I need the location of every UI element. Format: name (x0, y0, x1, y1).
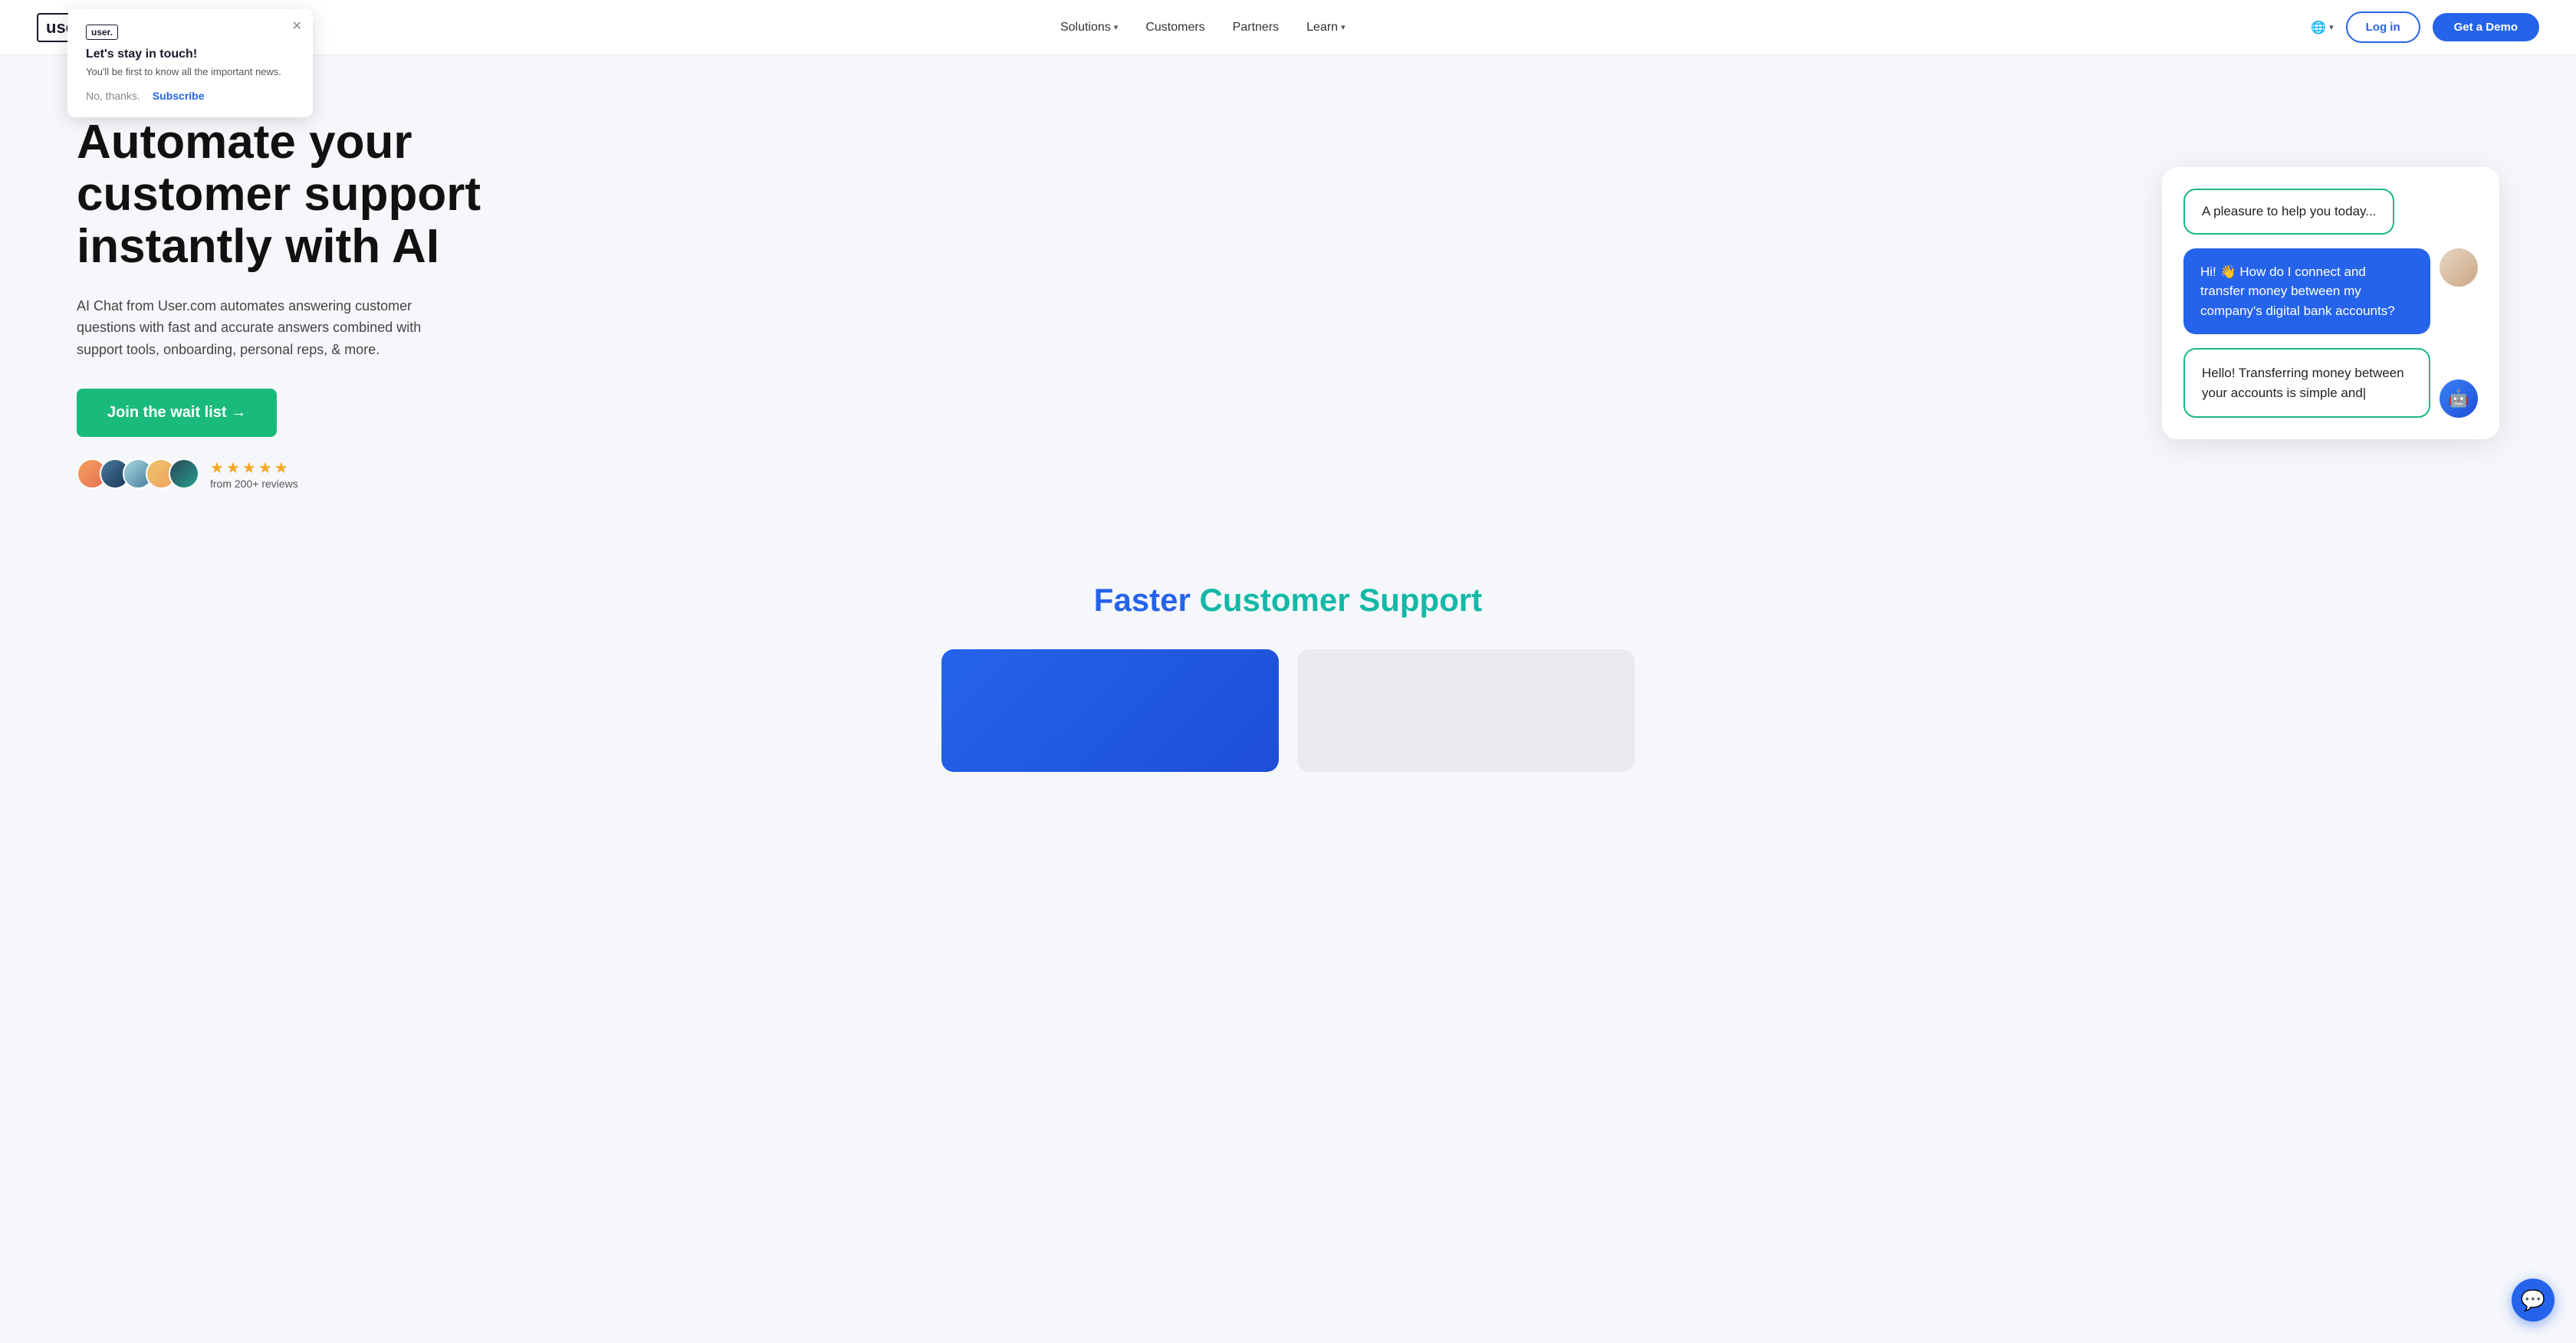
star-icon: ★ (210, 458, 224, 478)
avatar-image (2440, 248, 2478, 287)
faster-title-blue: Faster (1094, 582, 1191, 618)
feature-card-light (1297, 649, 1635, 772)
partners-link[interactable]: Partners (1233, 21, 1279, 34)
popup-title: Let's stay in touch! (86, 48, 294, 61)
reviewer-avatars (77, 458, 199, 489)
star-rating: ★ ★ ★ ★ ★ from 200+ reviews (210, 458, 298, 490)
star-icon: ★ (258, 458, 272, 478)
bot-avatar: 🤖 (2440, 379, 2478, 418)
stay-in-touch-popup: ✕ user. Let's stay in touch! You'll be f… (67, 9, 313, 117)
chat-user-message: Hi! 👋 How do I connect and transfer mone… (2183, 248, 2430, 335)
popup-description: You'll be first to know all the importan… (86, 66, 294, 77)
hero-description: AI Chat from User.com automates answerin… (77, 295, 445, 361)
avatar (169, 458, 199, 489)
no-thanks-button[interactable]: No, thanks. (86, 90, 140, 102)
chat-icon: 💬 (2521, 1289, 2545, 1312)
get-demo-button[interactable]: Get a Demo (2433, 13, 2539, 41)
reviews-row: ★ ★ ★ ★ ★ from 200+ reviews (77, 458, 506, 490)
learn-link[interactable]: Learn ▾ (1306, 21, 1345, 34)
bot-icon: 🤖 (2448, 389, 2469, 409)
chevron-down-icon: ▾ (1341, 22, 1346, 32)
popup-close-button[interactable]: ✕ (292, 18, 302, 34)
solutions-link[interactable]: Solutions ▾ (1060, 21, 1118, 34)
chat-bot-reply: Hello! Transferring money between your a… (2183, 348, 2430, 418)
feature-card-blue (941, 649, 1279, 772)
popup-actions: No, thanks. Subscribe (86, 90, 294, 102)
chat-demo-widget: A pleasure to help you today... Hi! 👋 Ho… (2162, 167, 2499, 440)
nav-links: Solutions ▾ Customers Partners Learn ▾ (1060, 21, 1346, 34)
globe-icon: 🌐 (2311, 20, 2326, 35)
chat-user-message-row: Hi! 👋 How do I connect and transfer mone… (2183, 248, 2478, 335)
feature-cards (77, 649, 2499, 772)
float-chat-button[interactable]: 💬 (2512, 1279, 2555, 1322)
star-icon: ★ (242, 458, 256, 478)
customers-link[interactable]: Customers (1145, 21, 1204, 34)
stars: ★ ★ ★ ★ ★ (210, 458, 298, 478)
language-selector[interactable]: 🌐 ▾ (2311, 20, 2333, 35)
chat-bubble-greeting: A pleasure to help you today... (2183, 189, 2394, 235)
faster-section: Faster Customer Support (0, 536, 2576, 803)
star-icon: ★ (226, 458, 240, 478)
hero-title: Automate your customer support instantly… (77, 117, 506, 274)
faster-title: Faster Customer Support (77, 582, 2499, 619)
nav-actions: 🌐 ▾ Log in Get a Demo (2311, 11, 2539, 43)
chevron-down-icon: ▾ (2329, 22, 2334, 32)
review-count: from 200+ reviews (210, 478, 298, 490)
popup-logo: user. (86, 25, 118, 40)
user-avatar (2440, 248, 2478, 287)
chevron-down-icon: ▾ (1114, 22, 1119, 32)
hero-content: Automate your customer support instantly… (77, 117, 506, 490)
chat-bot-reply-row: Hello! Transferring money between your a… (2183, 348, 2478, 418)
subscribe-button[interactable]: Subscribe (153, 90, 205, 102)
join-waitlist-button[interactable]: Join the wait list → (77, 389, 277, 437)
navbar: user. Solutions ▾ Customers Partners Lea… (0, 0, 2576, 55)
hero-section: Automate your customer support instantly… (0, 55, 2576, 536)
faster-title-teal: Customer Support (1200, 582, 1483, 618)
star-icon: ★ (274, 458, 288, 478)
login-button[interactable]: Log in (2346, 11, 2420, 43)
